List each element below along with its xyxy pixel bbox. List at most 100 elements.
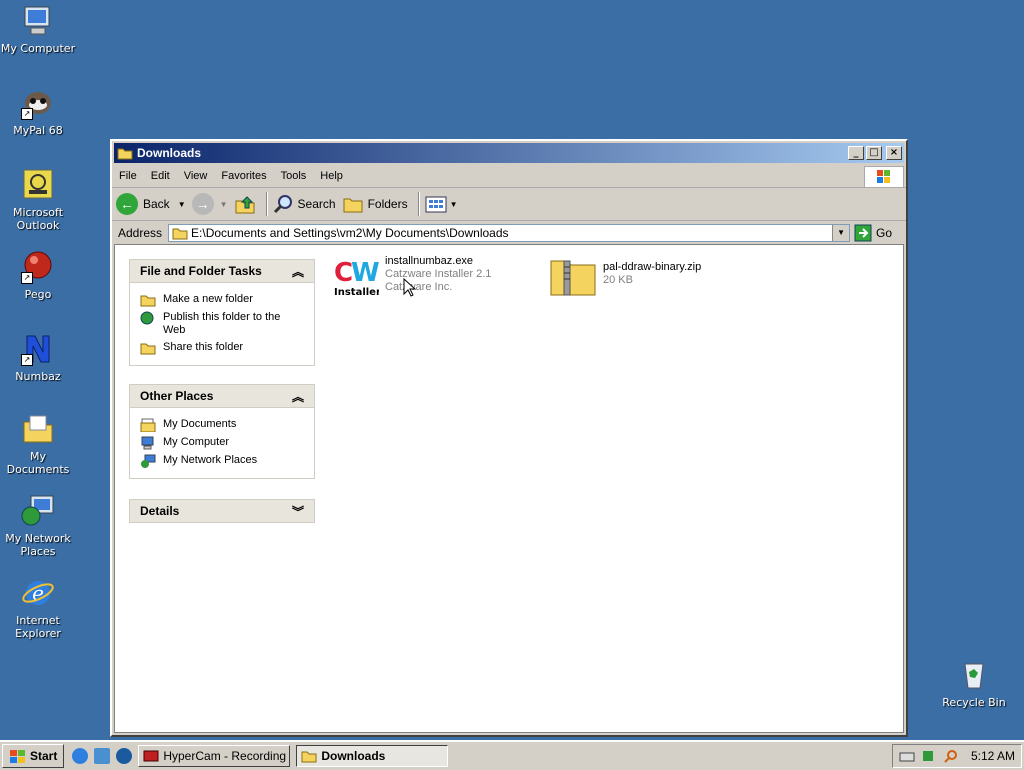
pane-item-label: Share this folder: [163, 341, 244, 353]
dropdown-arrow-icon: ▼: [449, 199, 458, 209]
views-grid-icon: [425, 196, 447, 213]
my-computer-link[interactable]: My Computer: [140, 436, 304, 450]
menu-tools[interactable]: Tools: [274, 170, 314, 182]
file-folder-tasks-pane: File and Folder Tasks ︽ Make a new folde…: [129, 259, 315, 366]
toolbar-separator: [265, 192, 268, 216]
pane-item-label: Publish this folder to the Web: [163, 311, 281, 336]
system-tray: 5:12 AM: [891, 744, 1022, 768]
menu-favorites[interactable]: Favorites: [214, 170, 273, 182]
pane-header[interactable]: File and Folder Tasks ︽: [129, 259, 315, 283]
numbaz-icon: ↗: [21, 332, 55, 366]
title-bar[interactable]: Downloads _ □ ×: [114, 143, 904, 163]
pane-title: Other Places: [140, 389, 214, 403]
address-dropdown-button[interactable]: ▼: [832, 225, 850, 241]
share-folder-icon: [140, 343, 156, 355]
search-button[interactable]: Search: [272, 193, 336, 215]
publish-folder-link[interactable]: Publish this folder to the Web: [140, 311, 304, 337]
collapse-chevron-icon[interactable]: ︽: [292, 388, 304, 405]
go-label: Go: [876, 226, 893, 240]
keyboard-icon[interactable]: [899, 749, 915, 763]
media-player-icon[interactable]: [116, 748, 133, 764]
desktop-icon-outlook[interactable]: Microsoft Outlook: [0, 168, 78, 232]
close-button[interactable]: ×: [886, 146, 902, 160]
explorer-window: Downloads _ □ × File Edit View Favorites…: [110, 139, 908, 737]
new-folder-icon: [140, 295, 156, 307]
pane-header[interactable]: Details ︾: [129, 499, 315, 523]
pane-header[interactable]: Other Places ︽: [129, 384, 315, 408]
cw-installer-icon: C W Installer: [334, 258, 379, 298]
file-company: Catzware Inc.: [385, 281, 453, 293]
taskbar: Start HyperCam - Recording Downloads 5:1…: [0, 740, 1024, 770]
taskbar-item-downloads[interactable]: Downloads: [296, 745, 449, 767]
search-icon: [273, 195, 292, 214]
desktop-icon-label: MyPal 68: [13, 124, 63, 137]
desktop-icon-recycle-bin[interactable]: Recycle Bin: [934, 658, 1014, 709]
desktop-icon-label: My Computer: [0, 42, 76, 55]
file-name: installnumbaz.exe: [385, 255, 474, 267]
desktop-icon-label: My Documents: [6, 450, 70, 476]
network-icon: [141, 454, 156, 468]
forward-button[interactable]: → ▼: [191, 193, 228, 215]
documents-folder-icon: [21, 412, 55, 446]
address-label: Address: [118, 226, 163, 240]
windows-logo-icon: [864, 166, 904, 188]
expand-chevron-icon[interactable]: ︾: [292, 503, 304, 520]
dropdown-arrow-icon[interactable]: ▼: [178, 200, 186, 209]
menu-edit[interactable]: Edit: [144, 170, 177, 182]
desktop-icon-internet-explorer[interactable]: e Internet Explorer: [0, 576, 78, 640]
documents-icon: [140, 418, 156, 432]
desktop-icon-network-places[interactable]: My Network Places: [0, 494, 78, 558]
other-places-pane: Other Places ︽ My Documents My Computer …: [129, 384, 315, 479]
share-folder-link[interactable]: Share this folder: [140, 341, 304, 355]
collapse-chevron-icon[interactable]: ︽: [292, 263, 304, 280]
go-button[interactable]: Go: [854, 224, 892, 242]
views-button[interactable]: ▼: [424, 194, 458, 214]
search-icon[interactable]: [943, 749, 959, 763]
maximize-button[interactable]: □: [866, 146, 882, 160]
desktop-icon-my-documents[interactable]: My Documents: [0, 412, 78, 476]
desktop-icon-my-computer[interactable]: My Computer: [0, 4, 78, 55]
folders-button[interactable]: Folders: [342, 193, 408, 215]
menu-view[interactable]: View: [177, 170, 215, 182]
toolbar: ← Back ▼ → ▼ Search Folders ▼: [112, 188, 906, 221]
my-network-places-link[interactable]: My Network Places: [140, 454, 304, 468]
pane-item-label: My Computer: [163, 436, 230, 448]
clock[interactable]: 5:12 AM: [971, 749, 1015, 763]
menu-help[interactable]: Help: [313, 170, 350, 182]
back-button[interactable]: ← Back ▼: [116, 193, 186, 215]
desktop-icon-numbaz[interactable]: ↗ Numbaz: [0, 332, 78, 383]
outlook-icon: [21, 168, 55, 202]
minimize-button[interactable]: _: [848, 146, 864, 160]
menu-file[interactable]: File: [112, 170, 144, 182]
my-documents-link[interactable]: My Documents: [140, 418, 304, 432]
desktop-icon-label: Microsoft Outlook: [12, 206, 64, 232]
pane-title: Details: [140, 504, 180, 518]
start-button[interactable]: Start: [2, 744, 65, 768]
desktop-icon-label: Pego: [24, 288, 52, 301]
make-new-folder-link[interactable]: Make a new folder: [140, 293, 304, 307]
up-folder-button[interactable]: [234, 193, 256, 215]
folders-label: Folders: [367, 197, 408, 211]
pane-item-label: My Documents: [163, 418, 237, 430]
pane-item-label: My Network Places: [163, 454, 258, 466]
desktop-icon-label: Recycle Bin: [942, 696, 1006, 709]
desktop-icon-mypal[interactable]: ↗ MyPal 68: [0, 86, 78, 137]
file-item-pal-ddraw-zip[interactable]: pal-ddraw-binary.zip 20 KB: [549, 255, 701, 299]
desktop-icon-label: My Network Places: [5, 532, 71, 558]
network-status-icon[interactable]: [921, 749, 937, 763]
address-field[interactable]: E:\Documents and Settings\vm2\My Documen…: [168, 224, 851, 242]
outlook-express-icon[interactable]: [94, 748, 111, 764]
taskbar-item-hypercam[interactable]: HyperCam - Recording: [138, 745, 291, 767]
zip-folder-icon: [550, 260, 596, 296]
computer-icon: [141, 436, 154, 450]
pane-item-label: Make a new folder: [163, 293, 253, 305]
windows-logo-icon: [10, 750, 25, 763]
window-title: Downloads: [137, 146, 202, 160]
dropdown-arrow-icon[interactable]: ▼: [220, 200, 228, 209]
hypercam-icon: [143, 750, 159, 762]
folder-content-area[interactable]: File and Folder Tasks ︽ Make a new folde…: [114, 244, 904, 733]
address-value[interactable]: E:\Documents and Settings\vm2\My Documen…: [191, 226, 508, 240]
internet-explorer-icon[interactable]: [72, 748, 89, 764]
desktop-icon-pego[interactable]: ↗ Pego: [0, 250, 78, 301]
pane-title: File and Folder Tasks: [140, 264, 262, 278]
